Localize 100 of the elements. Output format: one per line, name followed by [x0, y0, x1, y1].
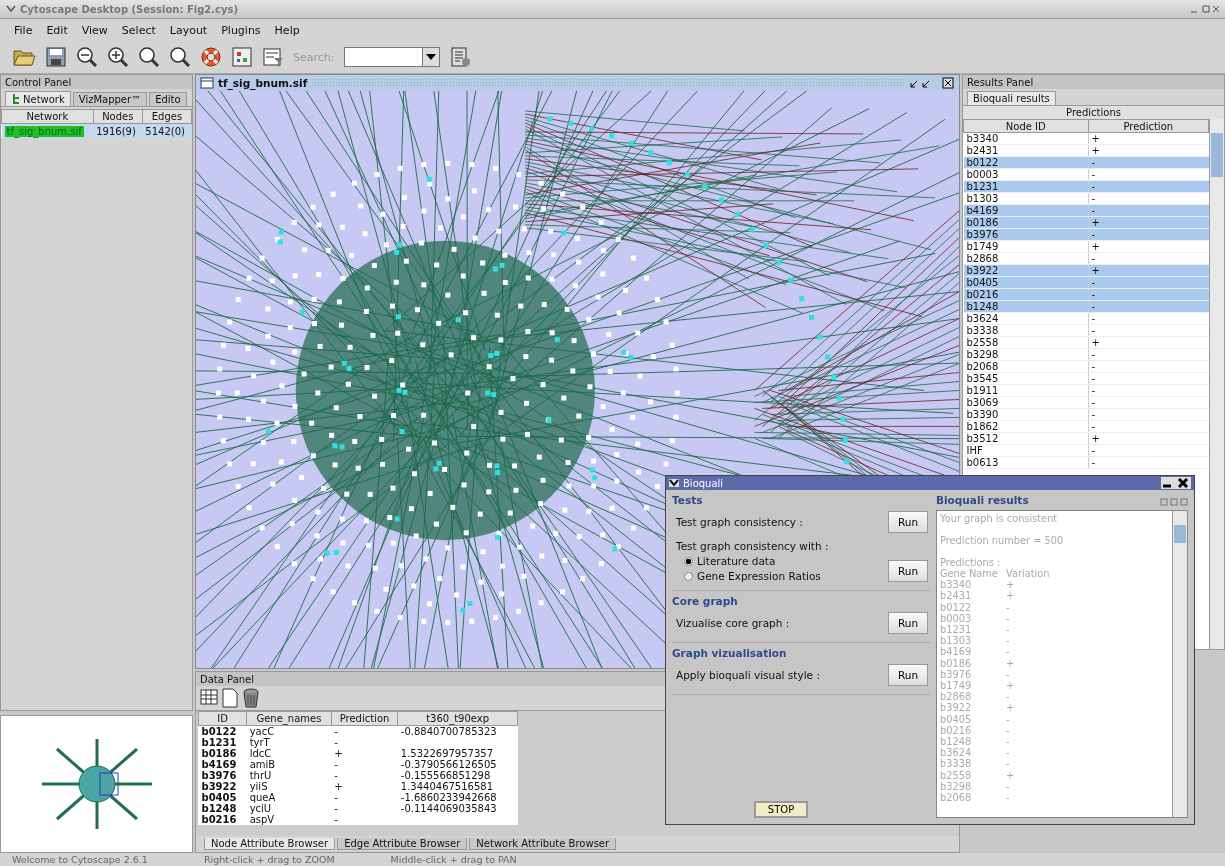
- magnifier-icon[interactable]: [107, 46, 129, 68]
- run-button[interactable]: Run: [888, 612, 928, 634]
- filter-icon[interactable]: [262, 46, 284, 68]
- table-row[interactable]: b0216 -: [963, 288, 1209, 301]
- result-text: +: [1006, 702, 1015, 714]
- menu-item[interactable]: Edit: [46, 23, 68, 37]
- result-text: b0122: [940, 601, 973, 613]
- save-icon[interactable]: [45, 46, 67, 68]
- column-header[interactable]: t360_t90exp: [397, 711, 518, 726]
- column-header[interactable]: Node ID: [963, 119, 1088, 133]
- result-text: b0003: [940, 612, 973, 624]
- stop-button[interactable]: STOP: [753, 801, 809, 818]
- table-cell: b1248: [198, 803, 247, 814]
- column-header[interactable]: Gene_names: [246, 711, 332, 726]
- table-row[interactable]: b0003 -: [963, 168, 1209, 181]
- trash-icon[interactable]: [242, 688, 260, 708]
- result-text: b4169: [940, 646, 973, 658]
- panel-tab[interactable]: Network: [5, 91, 71, 106]
- table-cell: +: [1088, 144, 1209, 157]
- table-row[interactable]: b2068 -: [963, 360, 1209, 373]
- result-text: -: [1006, 736, 1010, 748]
- table-cell: b3298: [963, 348, 1088, 361]
- menu-item[interactable]: Help: [274, 23, 300, 37]
- run-button[interactable]: Run: [888, 664, 928, 686]
- document-icon[interactable]: [448, 46, 471, 68]
- table-row[interactable]: b1248 -: [963, 300, 1209, 313]
- table-cell: +: [1088, 336, 1209, 349]
- magnifier-icon[interactable]: [138, 46, 160, 68]
- browser-tab[interactable]: Edge Attribute Browser: [337, 838, 468, 850]
- table-cell: -: [331, 770, 398, 781]
- table-row[interactable]: b1231 -: [963, 180, 1209, 193]
- table-row[interactable]: b0122 -: [963, 156, 1209, 169]
- table-cell: b3512: [963, 432, 1088, 445]
- run-button[interactable]: Run: [888, 511, 928, 533]
- result-text: Predictions :: [940, 557, 1002, 568]
- menu-item[interactable]: File: [14, 23, 33, 37]
- column-header[interactable]: Prediction: [1088, 119, 1209, 133]
- scrollbar[interactable]: [1172, 511, 1187, 817]
- table-row[interactable]: b3340 +: [963, 132, 1209, 145]
- menu-item[interactable]: View: [81, 23, 108, 37]
- result-text: -: [1006, 713, 1010, 725]
- table-row[interactable]: b3545 -: [963, 372, 1209, 385]
- scrollbar[interactable]: [1209, 119, 1224, 649]
- menu-item[interactable]: Layout: [169, 23, 208, 37]
- network-row[interactable]: tf_sig_bnum.sif 1916(9) 5142(0): [1, 123, 192, 138]
- browser-tab[interactable]: Node Attribute Browser: [204, 838, 336, 850]
- table-row[interactable]: b1911 -: [963, 384, 1209, 397]
- table-row[interactable]: b0613 -: [963, 456, 1209, 469]
- column-header[interactable]: Edges: [142, 109, 192, 124]
- caret-icon[interactable]: [669, 479, 679, 487]
- table-row[interactable]: b1749 +: [963, 240, 1209, 253]
- menu-item[interactable]: Plugins: [221, 23, 261, 37]
- window-controls-icon[interactable]: [1161, 477, 1191, 489]
- table-row[interactable]: b3512 +: [963, 432, 1209, 445]
- column-header[interactable]: ID: [198, 711, 247, 726]
- table-cell: -: [1088, 384, 1209, 397]
- result-text: b1749: [940, 680, 973, 692]
- column-header[interactable]: Network: [1, 109, 94, 124]
- column-header[interactable]: Nodes: [93, 109, 143, 124]
- panel-tab[interactable]: Bioquali results: [967, 91, 1056, 105]
- result-text: b3976: [940, 668, 973, 681]
- table-row[interactable]: b1862 -: [963, 420, 1209, 433]
- table-cell: queA: [246, 792, 332, 803]
- result-text: -: [1006, 758, 1010, 770]
- magnifier-icon[interactable]: [169, 46, 191, 68]
- table-icon[interactable]: [200, 688, 218, 706]
- layout-icon[interactable]: [231, 46, 253, 68]
- table-row[interactable]: b2431 +: [963, 144, 1209, 157]
- radio-button[interactable]: [684, 556, 693, 566]
- caret-icon[interactable]: [425, 54, 436, 60]
- browser-tab[interactable]: Network Attribute Browser: [469, 838, 617, 850]
- run-button[interactable]: Run: [888, 560, 928, 582]
- table-row[interactable]: IHF -: [963, 444, 1209, 457]
- window-controls-icon[interactable]: [909, 77, 955, 89]
- document-icon[interactable]: [222, 688, 238, 708]
- radio-button[interactable]: [684, 571, 693, 581]
- table-row[interactable]: b3338 -: [963, 324, 1209, 337]
- table-row[interactable]: b0186 +: [963, 216, 1209, 229]
- lifebuoy-icon[interactable]: [200, 46, 222, 68]
- result-text: b3624: [940, 747, 973, 759]
- table-row[interactable]: b3298 -: [963, 348, 1209, 361]
- panel-tab[interactable]: Edito: [149, 91, 187, 106]
- table-row[interactable]: b2868 -: [963, 252, 1209, 265]
- table-row[interactable]: b0405 -: [963, 276, 1209, 289]
- table-row[interactable]: b2558 +: [963, 336, 1209, 349]
- table-row[interactable]: b3624 -: [963, 312, 1209, 325]
- menu-item[interactable]: Select: [121, 23, 156, 37]
- panel-tab[interactable]: VizMapper™: [72, 91, 148, 106]
- table-row[interactable]: b4169 -: [963, 204, 1209, 217]
- table-row[interactable]: b1303 -: [963, 192, 1209, 205]
- table-row[interactable]: b3069 -: [963, 396, 1209, 409]
- table-row[interactable]: b3976 -: [963, 228, 1209, 241]
- column-header[interactable]: Prediction: [331, 711, 398, 726]
- table-cell: ldcC: [246, 748, 332, 759]
- table-row[interactable]: b3922 +: [963, 264, 1209, 277]
- search-field[interactable]: [343, 47, 440, 67]
- magnifier-icon[interactable]: [76, 46, 98, 68]
- table-cell: b1749: [963, 240, 1088, 253]
- table-row[interactable]: b3390 -: [963, 408, 1209, 421]
- table-cell: yciU: [246, 803, 332, 814]
